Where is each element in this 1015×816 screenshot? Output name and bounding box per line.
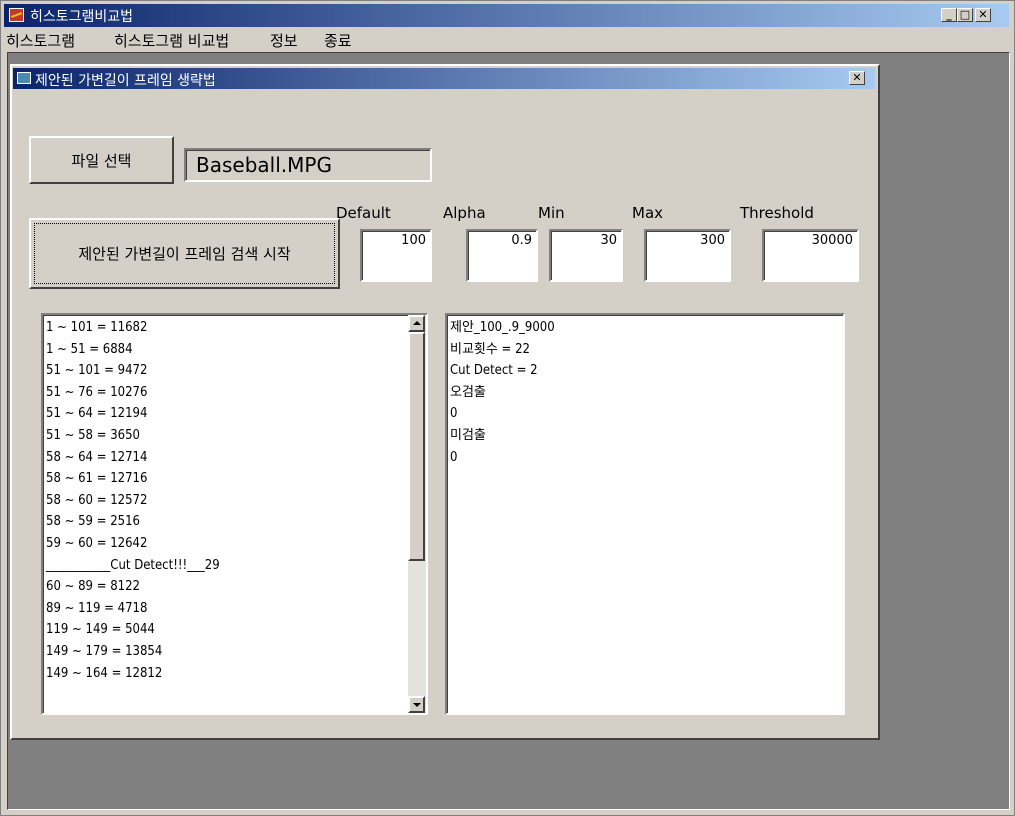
- log-listbox[interactable]: 1 ~ 101 = 11682 1 ~ 51 = 6884 51 ~ 101 = 9…: [41, 313, 428, 715]
- list-item[interactable]: Cut Detect = 2: [450, 360, 843, 382]
- child-title: 제안된 가변길이 프레임 생략법: [35, 73, 216, 89]
- start-search-button[interactable]: 제안된 가변길이 프레임 검색 시작: [29, 218, 340, 289]
- list-item[interactable]: 59 ~ 60 = 12642: [46, 533, 426, 555]
- list-item[interactable]: 1 ~ 51 = 6884: [46, 339, 426, 361]
- list-item[interactable]: 60 ~ 89 = 8122: [46, 576, 426, 598]
- menu-exit[interactable]: 종료: [324, 30, 352, 51]
- log-items: 1 ~ 101 = 11682 1 ~ 51 = 6884 51 ~ 101 = 9…: [46, 317, 426, 684]
- child-window-icon: [17, 72, 31, 84]
- list-item[interactable]: 149 ~ 179 = 13854: [46, 641, 426, 663]
- list-item[interactable]: 1 ~ 101 = 11682: [46, 317, 426, 339]
- menu-histogram-compare[interactable]: 히스토그램 비교법: [114, 30, 229, 51]
- max-label: Max: [632, 204, 664, 222]
- list-item[interactable]: 제안_100_.9_9000: [450, 317, 843, 339]
- alpha-input[interactable]: 0.9: [466, 229, 538, 282]
- list-item[interactable]: 미검출: [450, 425, 843, 447]
- list-item[interactable]: 58 ~ 61 = 12716: [46, 468, 426, 490]
- threshold-input[interactable]: 30000: [762, 229, 859, 282]
- menu-histogram[interactable]: 히스토그램: [6, 30, 75, 51]
- minimize-icon[interactable]: _: [941, 8, 957, 22]
- log-scrollbar[interactable]: [408, 315, 426, 713]
- window-title: 히스토그램비교법: [30, 9, 134, 25]
- list-item[interactable]: ___________Cut Detect!!!___29: [46, 555, 426, 577]
- filename-field: Baseball.MPG: [184, 148, 432, 182]
- scroll-up-icon[interactable]: [408, 315, 425, 332]
- alpha-label: Alpha: [443, 204, 486, 222]
- child-titlebar[interactable]: 제안된 가변길이 프레임 생략법 ✕: [13, 68, 875, 89]
- min-input[interactable]: 30: [549, 229, 623, 282]
- result-items: 제안_100_.9_9000 비교횟수 = 22 Cut Detect = 2 오검출…: [450, 317, 843, 468]
- threshold-label: Threshold: [740, 204, 814, 222]
- menu-info[interactable]: 정보: [270, 30, 298, 51]
- list-item[interactable]: 51 ~ 58 = 3650: [46, 425, 426, 447]
- max-input[interactable]: 300: [644, 229, 731, 282]
- default-input[interactable]: 100: [360, 229, 432, 282]
- list-item[interactable]: 비교횟수 = 22: [450, 339, 843, 361]
- list-item[interactable]: 89 ~ 119 = 4718: [46, 598, 426, 620]
- list-item[interactable]: 58 ~ 60 = 12572: [46, 490, 426, 512]
- file-select-button[interactable]: 파일 선택: [29, 136, 174, 184]
- list-item[interactable]: 149 ~ 164 = 12812: [46, 663, 426, 685]
- min-label: Min: [538, 204, 565, 222]
- maximize-icon[interactable]: □: [957, 8, 973, 22]
- close-icon[interactable]: ✕: [975, 8, 991, 22]
- list-item[interactable]: 51 ~ 76 = 10276: [46, 382, 426, 404]
- list-item[interactable]: 오검출: [450, 382, 843, 404]
- scroll-down-icon[interactable]: [408, 696, 425, 713]
- scroll-thumb[interactable]: [408, 332, 425, 561]
- list-item[interactable]: 58 ~ 59 = 2516: [46, 511, 426, 533]
- list-item[interactable]: 58 ~ 64 = 12714: [46, 447, 426, 469]
- list-item[interactable]: 0: [450, 447, 843, 469]
- list-item[interactable]: 51 ~ 64 = 12194: [46, 403, 426, 425]
- default-label: Default: [336, 204, 391, 222]
- app-icon: [9, 8, 24, 22]
- child-close-icon[interactable]: ✕: [849, 71, 865, 85]
- window-titlebar[interactable]: 히스토그램비교법 _ □ ✕: [4, 4, 1009, 27]
- menu-bar: 히스토그램 히스토그램 비교법 정보 종료: [4, 28, 1009, 50]
- list-item[interactable]: 0: [450, 403, 843, 425]
- list-item[interactable]: 51 ~ 101 = 9472: [46, 360, 426, 382]
- list-item[interactable]: 119 ~ 149 = 5044: [46, 619, 426, 641]
- result-listbox[interactable]: 제안_100_.9_9000 비교횟수 = 22 Cut Detect = 2 오검출…: [445, 313, 845, 715]
